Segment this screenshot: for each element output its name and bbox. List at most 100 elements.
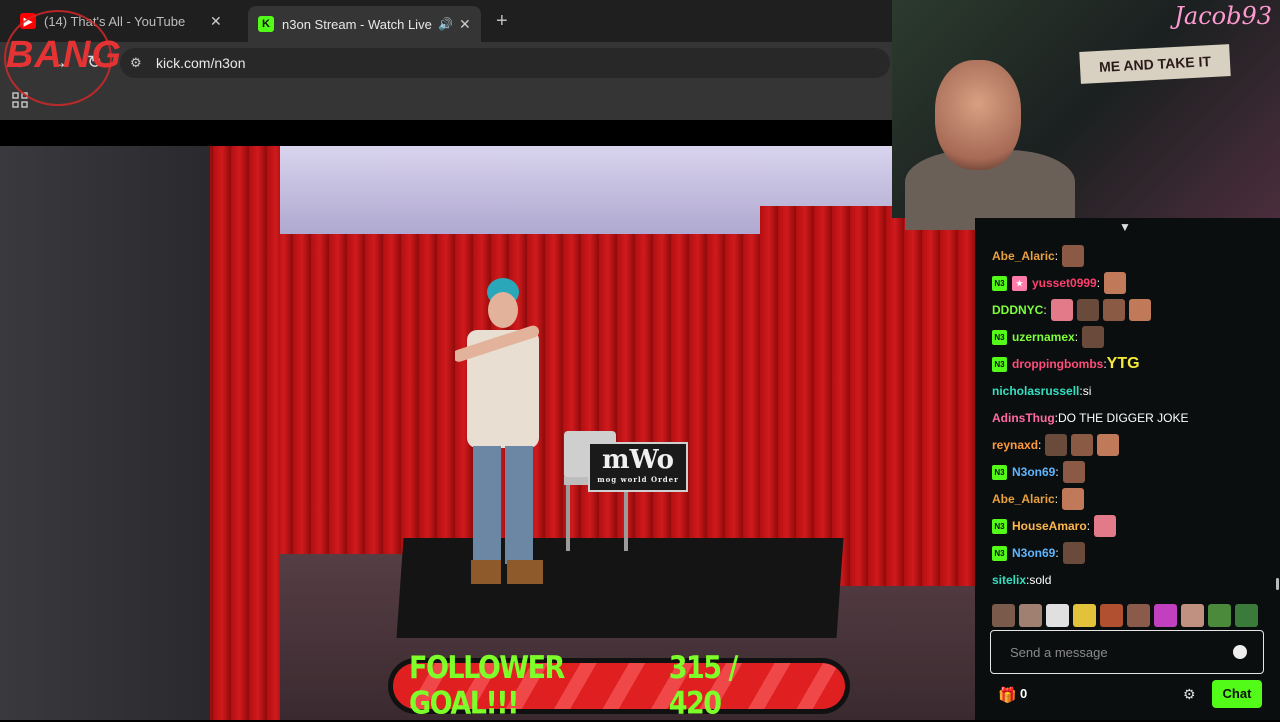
chat-emote — [1104, 272, 1127, 294]
chat-emote — [1082, 326, 1105, 348]
subscriber-badge: N3 — [992, 356, 1007, 372]
chat-message: N3 droppingbombs: YTG — [992, 352, 1140, 376]
mwo-logo-text: mWo — [602, 445, 674, 475]
close-icon[interactable]: ✕ — [210, 13, 222, 30]
comedian — [455, 278, 543, 584]
tab-title: n3on Stream - Watch Live o — [282, 16, 432, 32]
follower-goal-count: 315 / 420 — [668, 650, 739, 722]
url-text: kick.com/n3on — [156, 55, 246, 71]
chat-separator: : — [1055, 546, 1059, 560]
chat-text: sold — [1029, 573, 1052, 587]
side-wall — [0, 146, 210, 720]
site-settings-icon[interactable]: ⚙ — [130, 55, 146, 71]
chat-message: AdinsThug: DO THE DIGGER JOKE — [992, 406, 1188, 430]
chat-separator: : — [1074, 330, 1079, 344]
chat-username[interactable]: AdinsThug — [992, 411, 1055, 425]
chat-username[interactable]: reynaxd — [992, 438, 1038, 452]
emoji-icon[interactable] — [1233, 645, 1247, 659]
subscriber-badge: N3 — [992, 518, 1007, 534]
chat-emote — [1071, 434, 1094, 456]
chat-text: si — [1082, 384, 1092, 398]
chat-separator: : — [1043, 303, 1047, 317]
chat-send-button[interactable]: Chat — [1212, 680, 1262, 708]
address-bar-row: ⚙ kick.com/n3on — [0, 42, 892, 84]
chat-message: Abe_Alaric: — [992, 487, 1085, 511]
right-curtain — [760, 206, 975, 586]
chat-separator: : — [1054, 249, 1059, 263]
subscriber-badge: N3 — [992, 329, 1007, 345]
chat-username[interactable]: yusset0999 — [1032, 276, 1097, 290]
bang-logo: BANG — [6, 34, 122, 76]
chat-emote — [1062, 245, 1085, 267]
emote-button[interactable] — [1154, 604, 1177, 627]
follower-goal-label: FOLLOWER GOAL!!! — [409, 650, 565, 722]
chat-emote — [1062, 542, 1085, 564]
gear-icon[interactable]: ⚙ — [1183, 686, 1196, 703]
emote-button[interactable] — [1046, 604, 1069, 627]
chat-separator: : — [1096, 276, 1101, 290]
speaker-icon[interactable]: 🔊 — [438, 17, 453, 31]
chat-message: nicholasrussell: si — [992, 379, 1091, 403]
subscriber-badge: N3 — [992, 545, 1007, 561]
chat-username[interactable]: droppingbombs — [1012, 357, 1103, 371]
chat-emote — [1128, 299, 1151, 321]
mwo-logo-subtitle: mog world Order — [597, 475, 679, 484]
tab-kick[interactable]: K n3on Stream - Watch Live o 🔊 ✕ — [248, 6, 481, 42]
quick-emotes-row — [992, 604, 1262, 628]
chat-username[interactable]: Abe_Alaric — [992, 492, 1055, 506]
chat-text: YTG — [1106, 355, 1140, 372]
new-tab-button[interactable]: + — [486, 6, 518, 36]
webcam-person-face — [935, 60, 1021, 170]
chat-scrollbar[interactable] — [1276, 578, 1279, 590]
chat-emote — [1094, 515, 1117, 537]
mwo-logo: mWo mog world Order — [588, 442, 688, 492]
chat-message: N3 uzernamex: — [992, 325, 1105, 349]
chat-username[interactable]: HouseAmaro — [1012, 519, 1087, 533]
chat-emote — [1050, 299, 1073, 321]
emote-button[interactable] — [1127, 604, 1150, 627]
emote-button[interactable] — [992, 604, 1015, 627]
gift-count: 0 — [1020, 686, 1028, 701]
chat-separator: : — [1054, 492, 1059, 506]
emote-button[interactable] — [1235, 604, 1258, 627]
subscriber-badge: N3 — [992, 464, 1007, 480]
emote-button[interactable] — [1181, 604, 1204, 627]
gift-badge: ★ — [1012, 275, 1027, 291]
chat-message: N3 N3on69: — [992, 541, 1085, 565]
chat-input-placeholder: Send a message — [1010, 644, 1108, 660]
emote-button[interactable] — [1019, 604, 1042, 627]
close-icon[interactable]: ✕ — [459, 16, 471, 33]
video-player[interactable] — [0, 146, 975, 720]
chat-text: DO THE DIGGER JOKE — [1058, 411, 1189, 425]
chat-emote — [1045, 434, 1068, 456]
chat-emote — [1062, 461, 1085, 483]
collapse-chevron-icon[interactable]: ▼ — [1119, 220, 1131, 234]
chat-emote — [1062, 488, 1085, 510]
kick-icon: K — [258, 16, 274, 32]
address-bar[interactable]: ⚙ kick.com/n3on — [120, 48, 890, 78]
chat-message: N3 ★ yusset0999: — [992, 271, 1127, 295]
emote-button[interactable] — [1100, 604, 1123, 627]
chat-message: sitelix: sold — [992, 568, 1051, 592]
gift-icon[interactable]: 🎁 — [998, 686, 1017, 704]
chat-emote — [1097, 434, 1120, 456]
chat-username[interactable]: N3on69 — [1012, 546, 1055, 560]
subscriber-badge: N3 — [992, 275, 1007, 291]
emote-button[interactable] — [1073, 604, 1096, 627]
chat-username[interactable]: nicholasrussell — [992, 384, 1079, 398]
chat-separator: : — [1086, 519, 1091, 533]
chat-username[interactable]: uzernamex — [1012, 330, 1075, 344]
chat-username[interactable]: DDDNYC — [992, 303, 1043, 317]
webcam-name: Jacob93 — [1174, 2, 1272, 30]
chat-separator: : — [1055, 465, 1059, 479]
chat-message: Abe_Alaric: — [992, 244, 1085, 268]
chat-username[interactable]: N3on69 — [1012, 465, 1055, 479]
chat-message-input[interactable]: Send a message — [990, 630, 1264, 674]
chat-message: reynaxd: — [992, 433, 1120, 457]
chat-message: N3 N3on69: — [992, 460, 1085, 484]
chat-username[interactable]: sitelix — [992, 573, 1026, 587]
emote-button[interactable] — [1208, 604, 1231, 627]
chat-username[interactable]: Abe_Alaric — [992, 249, 1055, 263]
chat-message: DDDNYC: — [992, 298, 1151, 322]
chat-message: N3 HouseAmaro: — [992, 514, 1117, 538]
